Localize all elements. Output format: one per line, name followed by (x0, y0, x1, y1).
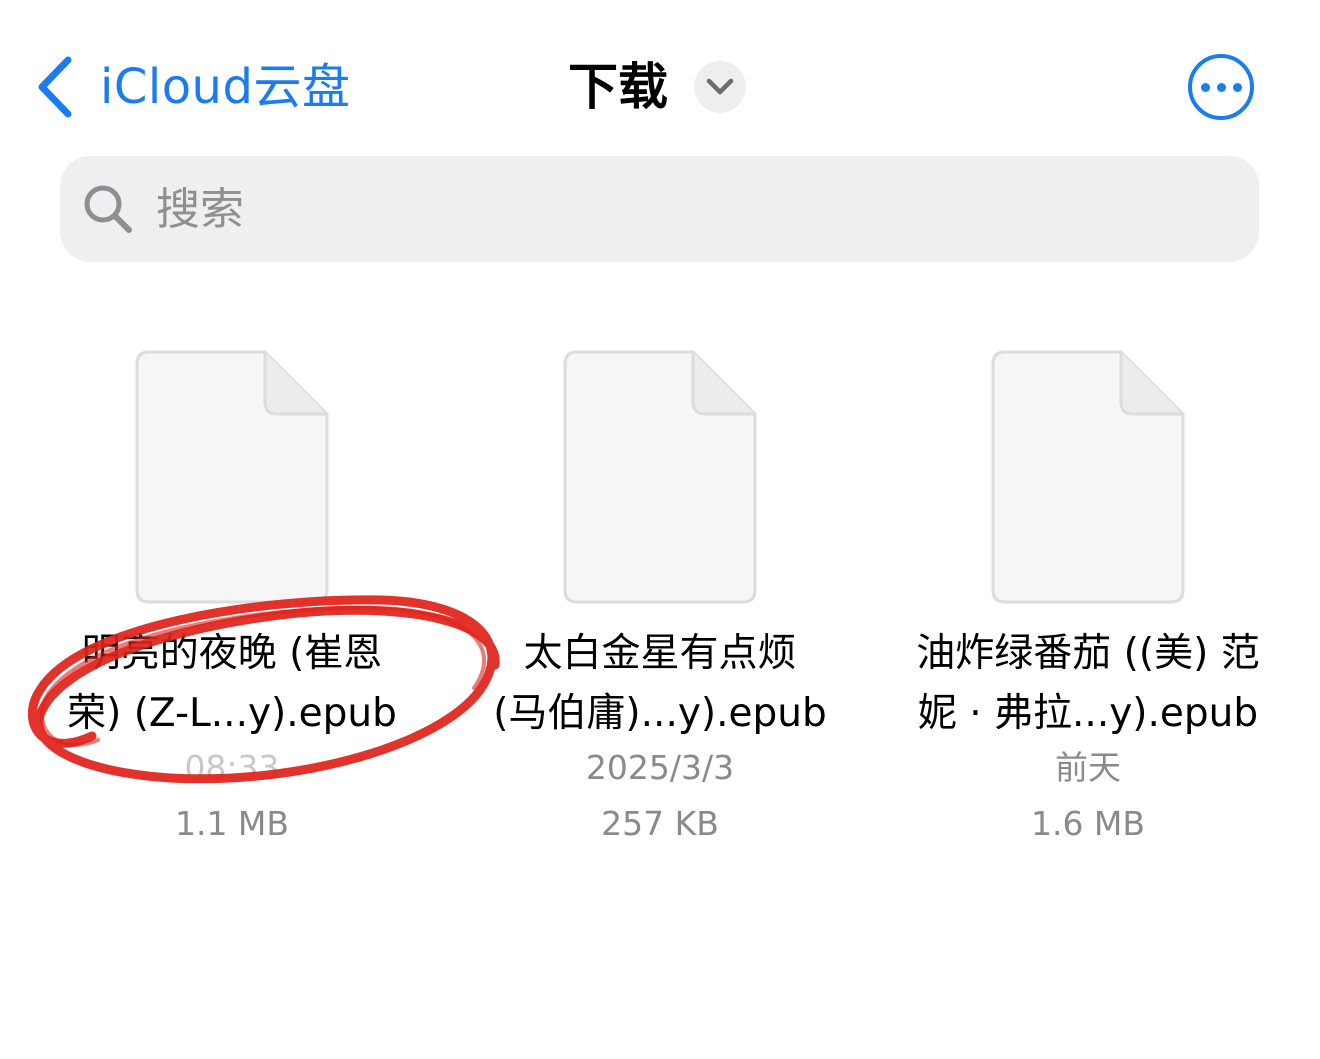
folder-title-menu[interactable]: 下载 (568, 52, 746, 122)
back-button-label: iCloud云盘 (100, 59, 351, 115)
chevron-down-icon (706, 78, 734, 95)
file-item[interactable]: 太白金星有点烦 (马伯庸)...y).epub 2025/3/3 257 KB (460, 350, 860, 852)
more-options-button[interactable] (1188, 54, 1254, 120)
search-input[interactable] (156, 183, 1156, 235)
file-name: 明亮的夜晚 (崔恩 荣) (Z-L...y).epub (67, 631, 397, 736)
title-dropdown-button[interactable] (694, 61, 746, 113)
document-icon (991, 350, 1185, 604)
document-icon (563, 350, 757, 604)
document-icon (135, 350, 329, 604)
search-icon (84, 185, 132, 233)
page-title: 下载 (568, 58, 668, 116)
file-date: 前天 (1055, 748, 1121, 787)
ellipsis-circle-icon (1200, 82, 1242, 92)
search-bar[interactable] (60, 156, 1259, 262)
file-size: 1.6 MB (1030, 804, 1146, 843)
files-app-screen: iCloud云盘 下载 明亮的夜晚 (崔恩 荣) (Z-L...y).e (0, 0, 1320, 1059)
file-date: 08:33 (184, 748, 280, 787)
file-item[interactable]: 油炸绿番茄 ((美) 范 妮 · 弗拉...y).epub 前天 1.6 MB (888, 350, 1288, 852)
file-item[interactable]: 明亮的夜晚 (崔恩 荣) (Z-L...y).epub 08:33 1.1 MB (32, 350, 432, 852)
chevron-left-icon (38, 56, 72, 118)
back-button[interactable]: iCloud云盘 (36, 52, 350, 122)
file-name: 太白金星有点烦 (马伯庸)...y).epub (493, 631, 827, 736)
file-name: 油炸绿番茄 ((美) 范 妮 · 弗拉...y).epub (916, 631, 1260, 736)
file-size: 1.1 MB (174, 804, 290, 843)
file-date: 2025/3/3 (585, 748, 735, 787)
file-size: 257 KB (601, 804, 719, 843)
